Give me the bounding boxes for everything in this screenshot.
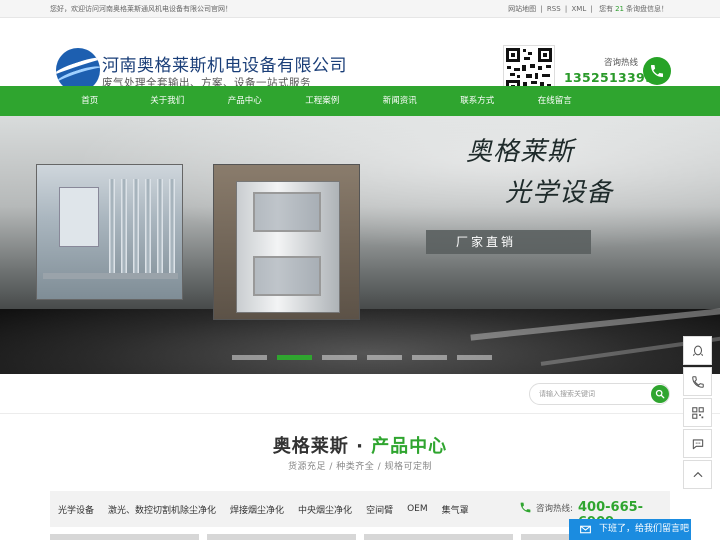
qq-icon [692,345,703,356]
separator: | [540,4,543,13]
floating-toolbar [683,336,712,489]
company-name: 河南奥格莱斯机电设备有限公司 [102,56,347,76]
slider-dot[interactable] [457,355,492,360]
top-links: 网站地图 | RSS | XML | 您有 21 条询盘信息！ [506,4,668,14]
search-input[interactable]: 请输入搜索关键词 [529,383,670,405]
category-hood[interactable]: 集气罩 [442,503,469,516]
section-title-main: 奥格莱斯 · [272,436,372,457]
banner-title-line2: 光学设备 [505,178,614,208]
banner-title-line1: 奥格莱斯 [466,137,575,167]
qrcode-button[interactable] [683,398,712,427]
separator: | [564,4,568,13]
hotline-label: 咨询热线 [604,58,639,68]
product-thumb[interactable] [50,534,199,540]
nav-item-contact[interactable]: 联系方式 [439,86,517,116]
phone-icon [643,57,671,85]
main-nav: 首页 关于我们 产品中心 工程案例 新闻资讯 联系方式 在线留言 [0,86,720,116]
leave-message-bar[interactable]: 下班了，给我们留言吧 [569,519,691,540]
phone-icon [691,375,704,388]
inquiry-notice-suffix: 条询盘信息！ [626,4,668,13]
section-title-highlight: 产品中心 [371,436,448,457]
rss-link[interactable]: RSS [547,5,561,13]
nav-item-message[interactable]: 在线留言 [516,86,594,116]
qq-chat-button[interactable] [683,336,712,365]
section-subtitle: 货源充足 / 种类齐全 / 规格可定制 [287,462,432,472]
search-icon [655,389,665,399]
search-row: 请输入搜索关键词 [0,374,720,414]
category-optical[interactable]: 光学设备 [58,503,94,516]
slider-dot[interactable] [232,355,267,360]
phone-button[interactable] [683,367,712,396]
category-hotline-label: 咨询热线: [536,503,573,514]
category-central-fume[interactable]: 中央烟尘净化 [298,503,352,516]
chat-bubble-icon [692,438,703,449]
slider-dot[interactable] [412,355,447,360]
inquiry-notice-prefix: 您有 [599,4,614,13]
product-thumb[interactable] [207,534,356,540]
nav-item-about[interactable]: 关于我们 [129,86,207,116]
qr-code-icon [691,406,704,419]
product-thumb[interactable] [364,534,513,540]
category-laser-cutting-dust[interactable]: 激光、数控切割机除尘净化 [108,503,216,516]
chevron-up-icon [693,471,702,477]
back-to-top-button[interactable] [683,460,712,489]
nav-item-news[interactable]: 新闻资讯 [361,86,439,116]
separator: | [590,4,593,13]
category-oem[interactable]: OEM [407,504,428,514]
banner-tag: 厂家直销 [426,230,591,254]
message-button[interactable] [683,429,712,458]
xml-link[interactable]: XML [572,5,587,13]
inquiry-count: 21 [615,4,624,13]
product-photo-optical-cabinet [213,164,360,320]
top-bar: 您好，欢迎访问河南奥格莱斯通风机电设备有限公司官网！ 网站地图 | RSS | … [0,0,720,18]
category-welding-fume[interactable]: 焊接烟尘净化 [230,503,284,516]
envelope-icon [580,525,591,534]
nav-item-cases[interactable]: 工程案例 [284,86,362,116]
slider-dot[interactable] [367,355,402,360]
hero-banner[interactable]: 奥格莱斯 光学设备 厂家直销 [0,116,720,374]
phone-icon [520,502,531,513]
nav-item-home[interactable]: 首页 [51,86,129,116]
welcome-text: 您好，欢迎访问河南奥格莱斯通风机电设备有限公司官网！ [50,4,232,13]
search-button[interactable] [651,385,669,403]
slider-dots [232,355,492,360]
slider-dot[interactable] [322,355,357,360]
category-space-arm[interactable]: 空间臂 [366,503,393,516]
slider-dot-active[interactable] [277,355,312,360]
category-hotline: 咨询热线: [519,501,573,514]
product-photo-water-treatment [36,164,183,300]
sitemap-link[interactable]: 网站地图 [508,5,536,13]
site-header: 河南奥格莱斯机电设备有限公司 废气处理全套输出、方案、设备一站式服务 咨询热线 … [0,18,720,97]
leave-message-label: 下班了，给我们留言吧 [599,524,690,534]
inquiry-notice[interactable]: 您有 21 条询盘信息！ [597,5,668,13]
section-title: 奥格莱斯 · 产品中心 [0,432,720,458]
nav-item-products[interactable]: 产品中心 [206,86,284,116]
